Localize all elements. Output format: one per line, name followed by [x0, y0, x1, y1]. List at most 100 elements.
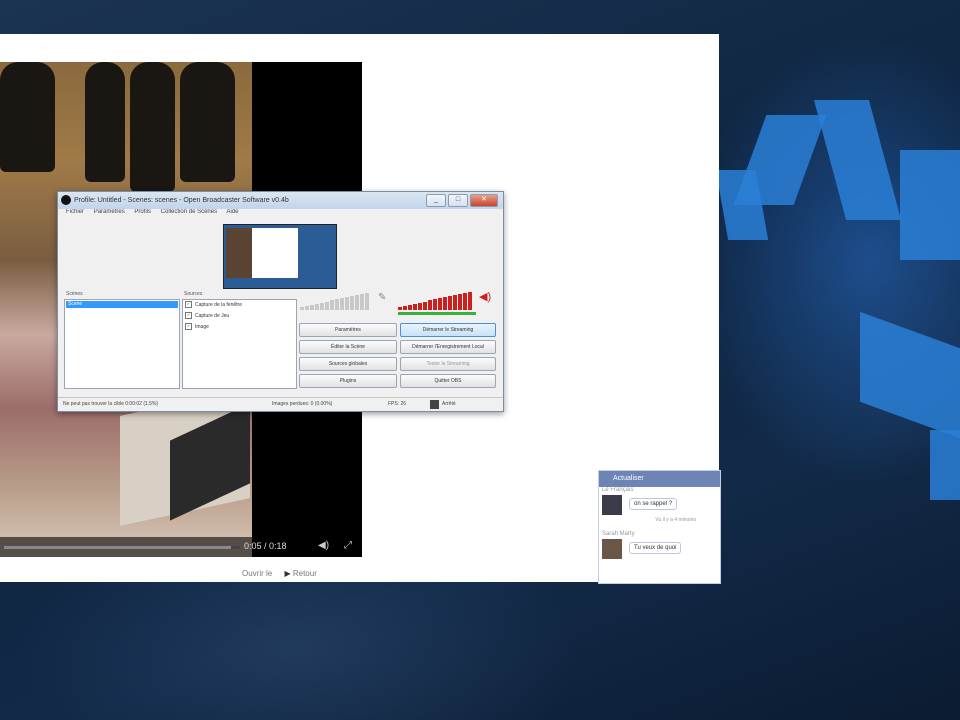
chat-seen: Vu il y a 4 minutes	[655, 517, 696, 523]
sources-list[interactable]: ✓ Capture de la fenêtre ✓ Capture de Jeu ✓…	[182, 299, 297, 389]
obs-logo-icon	[61, 195, 71, 205]
video-time: 0:05 / 0:18	[244, 541, 287, 551]
footer-link-left[interactable]: Ouvrir le	[242, 569, 272, 578]
meter-bar	[300, 307, 304, 310]
volume-icon[interactable]: ◀)	[318, 540, 329, 551]
fullscreen-icon[interactable]: ⤢	[344, 540, 352, 551]
status-fps: FPS: 26	[388, 401, 407, 407]
window-title: Profile: Untitled - Scenes: scenes - Ope…	[74, 197, 289, 204]
scene-item[interactable]: Scene	[66, 301, 178, 308]
checkbox-icon[interactable]: ✓	[185, 301, 192, 309]
speaker-icon[interactable]: ◀)	[479, 290, 491, 303]
source-item[interactable]: ✓ Capture de la fenêtre	[183, 300, 296, 311]
video-footer: Ouvrir le ▶ Retour	[242, 569, 317, 578]
meter-bar	[423, 301, 427, 310]
live-indicator-icon	[430, 400, 439, 409]
menu-item-file[interactable]: Fichier	[66, 209, 84, 215]
meter-bar	[345, 297, 349, 310]
edit-scene-button[interactable]: Éditer la Scène	[299, 340, 397, 354]
video-progress-bar[interactable]	[4, 546, 240, 549]
settings-button[interactable]: Paramètres	[299, 323, 397, 337]
meter-bar	[453, 294, 457, 310]
meter-bar	[468, 291, 472, 310]
preview-frame	[226, 228, 298, 278]
video-controls: 0:05 / 0:18 ◀) ⤢	[0, 537, 362, 557]
wallpaper-shape	[900, 150, 960, 260]
obs-titlebar[interactable]: Profile: Untitled - Scenes: scenes - Ope…	[58, 192, 503, 209]
meter-bar	[443, 297, 447, 310]
meter-bar	[305, 305, 309, 310]
meter-bar	[438, 298, 442, 310]
meter-bar	[310, 304, 314, 310]
desktop-volume-meter[interactable]	[398, 290, 476, 310]
status-lost-frames: Images perdues: 0 (0.00%)	[272, 401, 333, 407]
play-icon: ▶	[284, 569, 291, 578]
video-progress-fill	[4, 546, 231, 549]
status-dropped: Ne peut pas trouver la cible 0:00:02 (1.…	[63, 401, 159, 407]
meter-bar	[350, 296, 354, 310]
meter-bar	[335, 299, 339, 310]
video-figure	[180, 62, 235, 182]
scenes-list[interactable]: Scene	[64, 299, 180, 389]
chat-header[interactable]: Actualiser	[599, 471, 720, 487]
checkbox-icon[interactable]: ✓	[185, 312, 192, 320]
video-figure	[0, 62, 55, 172]
global-sources-button[interactable]: Sources globales	[299, 357, 397, 371]
mic-icon[interactable]: ✎	[378, 292, 386, 303]
avatar	[602, 539, 622, 559]
wallpaper-shape	[813, 100, 902, 220]
minimize-button[interactable]: _	[426, 194, 446, 207]
footer-link-right[interactable]: Retour	[293, 569, 317, 578]
maximize-button[interactable]: □	[448, 194, 468, 207]
sources-label: Sources	[184, 291, 203, 297]
meter-bar	[330, 300, 334, 310]
meter-bar	[365, 292, 369, 310]
menu-item-help[interactable]: Aide	[226, 209, 238, 215]
obs-window: Profile: Untitled - Scenes: scenes - Ope…	[57, 191, 504, 412]
plugins-button[interactable]: Plugins	[299, 374, 397, 388]
chat-message: Tu veux de quoi	[629, 542, 682, 554]
meter-bar	[413, 303, 417, 310]
menu-item-scene-collection[interactable]: Collection de Scènes	[161, 209, 217, 215]
meter-bar	[398, 307, 402, 310]
wallpaper-shape	[860, 311, 960, 439]
source-label: Image	[195, 324, 209, 330]
meter-bar	[403, 305, 407, 310]
avatar	[602, 495, 622, 515]
source-item[interactable]: ✓ Capture de Jeu	[183, 311, 296, 322]
video-figure	[85, 62, 125, 182]
meter-bar	[340, 298, 344, 310]
source-label: Capture de la fenêtre	[195, 302, 242, 308]
menu-bar: Fichier Paramètres Profils Collection de…	[58, 209, 503, 220]
scenes-label: Scènes	[66, 291, 83, 297]
source-label: Capture de Jeu	[195, 313, 230, 319]
meter-bar	[360, 293, 364, 310]
meter-bar	[325, 301, 329, 310]
mic-volume-meter[interactable]	[300, 290, 375, 310]
video-figure	[130, 62, 175, 192]
checkbox-icon[interactable]: ✓	[185, 323, 192, 331]
close-button[interactable]: ✕	[470, 194, 498, 207]
meter-bar	[463, 292, 467, 310]
meter-bar	[418, 302, 422, 310]
meter-bar	[428, 300, 432, 310]
volume-level-bar	[398, 312, 476, 315]
start-recording-button[interactable]: Démarrer l'Enregistrement Local	[400, 340, 496, 354]
source-item[interactable]: ✓ Image	[183, 322, 296, 333]
start-streaming-button[interactable]: Démarrer le Streaming	[400, 323, 496, 337]
preview-video-thumb	[226, 228, 252, 278]
chat-popup: Actualiser Le Français on se rappel ? Vu…	[598, 470, 721, 584]
status-bar: Ne peut pas trouver la cible 0:00:02 (1.…	[58, 397, 503, 411]
meter-bar	[433, 299, 437, 310]
meter-bar	[355, 294, 359, 310]
menu-item-profiles[interactable]: Profils	[134, 209, 151, 215]
quit-button[interactable]: Quitter OBS	[400, 374, 496, 388]
preview-area	[223, 224, 337, 289]
status-live-label: Arrêté	[442, 401, 456, 407]
chat-message: on se rappel ?	[629, 498, 678, 510]
meter-bar	[315, 303, 319, 310]
menu-item-settings[interactable]: Paramètres	[94, 209, 125, 215]
meter-bar	[320, 302, 324, 310]
test-streaming-button[interactable]: Tester le Streaming	[400, 357, 496, 371]
chat-message-row: Tu veux de quoi	[599, 537, 720, 561]
